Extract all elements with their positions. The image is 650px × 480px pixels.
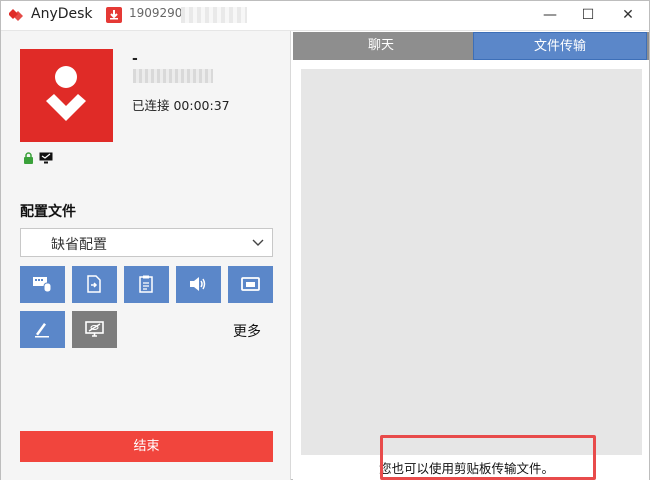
connection-status: 已连接 00:00:37 xyxy=(132,98,230,113)
profile-select[interactable]: 缺省配置 xyxy=(20,228,273,257)
keyboard-mouse-icon xyxy=(33,277,52,293)
audio-icon xyxy=(190,277,206,291)
privacy-screen-icon xyxy=(85,321,104,337)
file-transfer-button[interactable] xyxy=(72,266,117,303)
profile-title: 配置文件 xyxy=(20,204,76,220)
tab-chat[interactable]: 聊天 xyxy=(293,32,469,60)
app-name: AnyDesk xyxy=(31,6,93,22)
session-tab-icon[interactable] xyxy=(106,7,122,23)
privacy-screen-button[interactable] xyxy=(72,311,117,348)
audio-button[interactable] xyxy=(176,266,221,303)
clipboard-icon xyxy=(139,275,153,293)
peer-name: - xyxy=(132,51,138,67)
screen-icon xyxy=(241,277,260,291)
session-panel: - 已连接 00:00:37 配置文件 缺省配置 更多 结束 xyxy=(1,31,291,480)
end-session-button[interactable]: 结束 xyxy=(20,431,273,462)
file-transfer-pane: 您也可以使用剪贴板传输文件。 xyxy=(293,60,649,480)
profile-selected-value: 缺省配置 xyxy=(51,237,107,253)
clipboard-button[interactable] xyxy=(124,266,169,303)
keyboard-mouse-button[interactable] xyxy=(20,266,65,303)
anydesk-window: AnyDesk 1909290 — ☐ ✕ - 已连接 00:00:37 配置文… xyxy=(0,0,650,480)
session-id[interactable]: 1909290 xyxy=(129,6,182,20)
monitor-icon xyxy=(39,152,53,164)
anydesk-logo-icon xyxy=(9,9,23,21)
chevron-down-icon xyxy=(252,239,264,246)
close-button[interactable]: ✕ xyxy=(617,5,639,25)
tab-bar: 聊天 文件传输 xyxy=(293,32,649,60)
more-button[interactable]: 更多 xyxy=(233,321,261,341)
whiteboard-button[interactable] xyxy=(20,311,65,348)
anydesk-avatar-icon xyxy=(46,66,86,121)
file-drop-area[interactable] xyxy=(301,69,642,455)
file-transfer-icon xyxy=(87,275,101,293)
highlight-box xyxy=(380,435,596,480)
screen-button[interactable] xyxy=(228,266,273,303)
maximize-button[interactable]: ☐ xyxy=(577,5,599,25)
session-id-redacted xyxy=(181,7,247,23)
peer-avatar xyxy=(20,49,113,142)
title-bar: AnyDesk 1909290 — ☐ ✕ xyxy=(1,1,649,31)
lock-icon xyxy=(24,152,33,164)
whiteboard-pen-icon xyxy=(35,323,49,338)
minimize-button[interactable]: — xyxy=(539,5,561,25)
peer-id-redacted xyxy=(133,69,213,83)
tab-file-transfer[interactable]: 文件传输 xyxy=(473,32,647,60)
